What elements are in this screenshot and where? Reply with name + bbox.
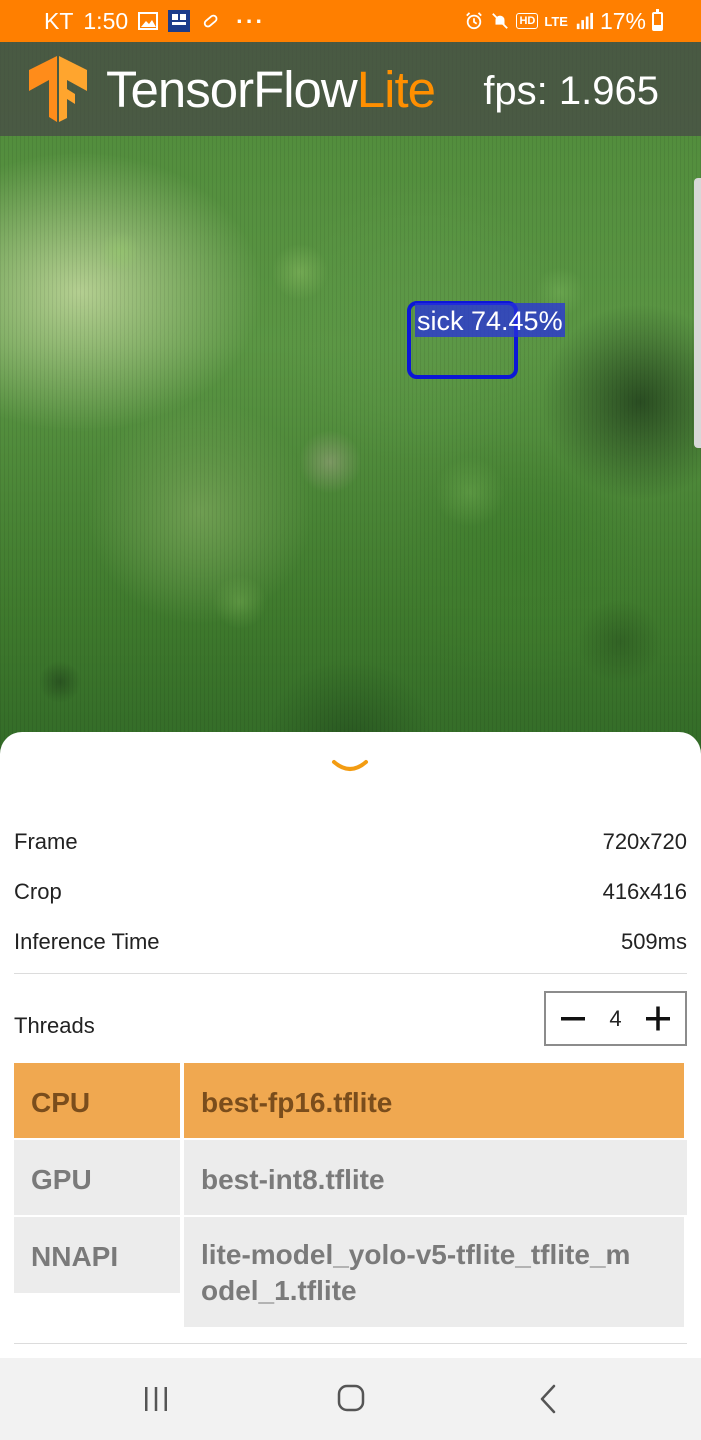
home-icon[interactable] bbox=[331, 1382, 371, 1416]
more-notifications: ··· bbox=[236, 7, 266, 34]
delegate-cpu[interactable]: CPU bbox=[14, 1063, 180, 1138]
frame-value: 720x720 bbox=[602, 829, 687, 854]
crop-label: Crop bbox=[14, 879, 62, 904]
status-bar-right: HD LTE 17% bbox=[464, 0, 663, 42]
delegate-gpu[interactable]: GPU bbox=[14, 1140, 180, 1215]
frame-row: Frame 720x720 bbox=[14, 828, 687, 856]
divider bbox=[14, 1343, 687, 1344]
detection-label: sick 74.45% bbox=[415, 303, 565, 337]
app-title-accent: Lite bbox=[356, 61, 436, 118]
hd-badge: HD bbox=[516, 13, 539, 29]
bottom-sheet: Frame 720x720 Crop 416x416 Inference Tim… bbox=[0, 732, 701, 1358]
network-type: LTE bbox=[544, 13, 568, 29]
image-icon bbox=[138, 12, 159, 30]
camera-preview bbox=[0, 42, 701, 802]
recent-apps-icon[interactable] bbox=[136, 1382, 176, 1416]
crop-value: 416x416 bbox=[602, 879, 687, 904]
fps-counter: fps: 1.965 bbox=[483, 69, 659, 113]
delegate-nnapi[interactable]: NNAPI bbox=[14, 1217, 180, 1293]
minus-icon[interactable] bbox=[548, 993, 598, 1044]
model-best-int8[interactable]: best-int8.tflite bbox=[184, 1140, 687, 1215]
tensorflow-logo-icon bbox=[29, 56, 87, 122]
model-yolo-v5[interactable]: lite-model_yolo-v5-tflite_tflite_model_1… bbox=[184, 1217, 684, 1327]
mute-icon bbox=[492, 13, 509, 29]
app-bar: TensorFlowLite fps: 1.965 bbox=[0, 42, 701, 136]
status-bar-left: KT 1:50 ··· bbox=[44, 0, 265, 42]
frame-label: Frame bbox=[14, 829, 78, 854]
model-best-fp16[interactable]: best-fp16.tflite bbox=[184, 1063, 684, 1138]
threads-label: Threads bbox=[14, 1013, 95, 1038]
threads-stepper[interactable]: 4 bbox=[544, 991, 687, 1046]
battery-icon bbox=[652, 8, 663, 31]
pill-icon bbox=[203, 14, 218, 28]
carrier-label: KT bbox=[44, 7, 74, 34]
inference-time-label: Inference Time bbox=[14, 929, 160, 954]
alarm-icon bbox=[466, 12, 483, 30]
chevron-down-icon[interactable] bbox=[331, 758, 369, 776]
back-icon[interactable] bbox=[528, 1382, 568, 1416]
divider bbox=[14, 973, 687, 974]
inference-time-row: Inference Time 509ms bbox=[14, 928, 687, 956]
threads-value: 4 bbox=[609, 1006, 622, 1031]
clock: 1:50 bbox=[83, 7, 129, 34]
signal-icon bbox=[576, 12, 593, 30]
app-title-main: TensorFlow bbox=[106, 61, 358, 118]
app-icon bbox=[168, 10, 191, 32]
crop-row: Crop 416x416 bbox=[14, 878, 687, 906]
camera-texture bbox=[0, 42, 701, 802]
navigation-bar bbox=[0, 1358, 701, 1440]
edge-panel-handle[interactable] bbox=[694, 178, 701, 448]
app-title: TensorFlowLite bbox=[106, 61, 436, 118]
inference-time-value: 509ms bbox=[620, 929, 687, 954]
battery-percent: 17% bbox=[599, 7, 646, 34]
plus-icon[interactable] bbox=[633, 993, 683, 1044]
status-bar: KT 1:50 ··· HD LTE 17% bbox=[0, 0, 701, 42]
